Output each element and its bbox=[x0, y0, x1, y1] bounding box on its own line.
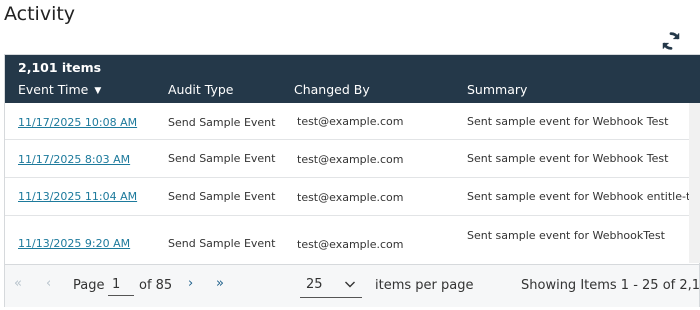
event-time-link[interactable]: 11/13/2025 9:20 AM bbox=[18, 237, 130, 250]
event-time-link[interactable]: 11/13/2025 11:04 AM bbox=[18, 190, 137, 203]
vertical-scrollbar[interactable] bbox=[689, 103, 700, 263]
column-header-changed-by[interactable]: Changed By bbox=[294, 82, 370, 97]
column-header-summary[interactable]: Summary bbox=[467, 82, 527, 97]
event-time-link[interactable]: 11/17/2025 8:03 AM bbox=[18, 153, 130, 166]
page-count-label: of 85 bbox=[139, 278, 173, 293]
column-label: Event Time bbox=[18, 82, 89, 97]
pager: « ‹ Page of 85 › » 25 items per page Sho… bbox=[5, 264, 700, 307]
column-header-event-time[interactable]: Event Time ▼ bbox=[18, 82, 101, 97]
audit-type-cell: Send Sample Event bbox=[168, 116, 276, 129]
changed-by-cell: test@example.com bbox=[297, 153, 404, 166]
page-label: Page bbox=[73, 278, 105, 293]
page-size-select[interactable]: 25 bbox=[300, 274, 362, 298]
refresh-icon[interactable] bbox=[660, 30, 682, 52]
table-row: 11/17/2025 10:08 AM Send Sample Event te… bbox=[5, 103, 689, 140]
audit-type-cell: Send Sample Event bbox=[168, 237, 276, 250]
column-header-audit-type[interactable]: Audit Type bbox=[168, 82, 233, 97]
audit-type-cell: Send Sample Event bbox=[168, 190, 276, 203]
changed-by-cell: test@example.com bbox=[297, 115, 404, 128]
summary-cell: Sent sample event for WebhookTest bbox=[467, 229, 665, 242]
event-time-link[interactable]: 11/17/2025 10:08 AM bbox=[18, 116, 137, 129]
summary-cell: Sent sample event for Webhook Test bbox=[467, 152, 669, 165]
item-count: 2,101 items bbox=[18, 60, 102, 75]
last-page-button[interactable]: » bbox=[216, 276, 224, 291]
summary-cell: Sent sample event for Webhook entitle-te… bbox=[467, 190, 700, 203]
first-page-button[interactable]: « bbox=[14, 276, 22, 291]
next-page-button[interactable]: › bbox=[188, 276, 193, 291]
page-size-value: 25 bbox=[306, 277, 323, 292]
summary-cell: Sent sample event for Webhook Test bbox=[467, 115, 669, 128]
prev-page-button[interactable]: ‹ bbox=[46, 276, 51, 291]
items-per-page-label: items per page bbox=[375, 278, 474, 293]
table-row: 11/13/2025 11:04 AM Send Sample Event te… bbox=[5, 178, 700, 216]
page-number-input[interactable] bbox=[108, 274, 134, 296]
table-row: 11/13/2025 9:20 AM Send Sample Event tes… bbox=[5, 216, 689, 263]
chevron-down-icon bbox=[345, 281, 355, 288]
table-row: 11/17/2025 8:03 AM Send Sample Event tes… bbox=[5, 140, 689, 178]
audit-type-cell: Send Sample Event bbox=[168, 152, 276, 165]
activity-grid: 2,101 items Event Time ▼ Audit Type Chang… bbox=[4, 54, 700, 307]
page-title: Activity bbox=[4, 3, 76, 25]
changed-by-cell: test@example.com bbox=[297, 238, 404, 251]
changed-by-cell: test@example.com bbox=[297, 191, 404, 204]
grid-header: 2,101 items Event Time ▼ Audit Type Chang… bbox=[5, 55, 700, 103]
sort-desc-icon: ▼ bbox=[94, 86, 102, 96]
showing-items-label: Showing Items 1 - 25 of 2,101 bbox=[521, 278, 700, 293]
